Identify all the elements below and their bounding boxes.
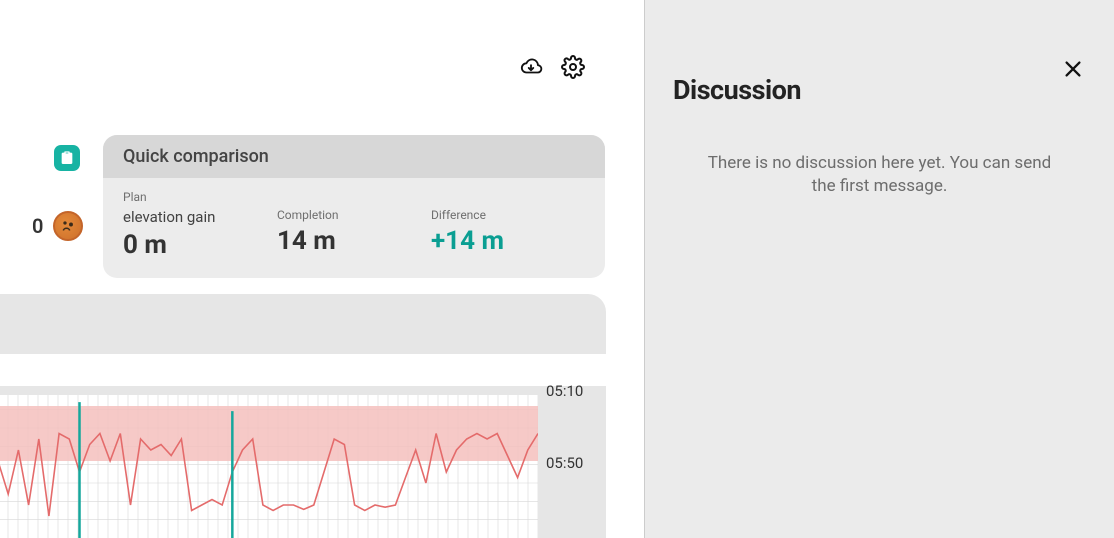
chart-canvas	[0, 395, 538, 538]
quick-comparison-card: Quick comparison Plan elevation gain 0 m…	[103, 135, 605, 278]
badge-count: 0	[32, 214, 43, 238]
plan-label: Plan	[123, 190, 277, 204]
clipboard-icon[interactable]	[54, 145, 80, 171]
discussion-title: Discussion	[673, 74, 801, 106]
close-icon[interactable]	[1062, 58, 1084, 84]
card-title: Quick comparison	[103, 135, 605, 178]
discussion-panel: Discussion There is no discussion here y…	[644, 0, 1114, 538]
coin-icon[interactable]	[53, 211, 83, 241]
discussion-empty-message: There is no discussion here yet. You can…	[695, 152, 1064, 198]
y-tick: 05:10	[546, 382, 583, 400]
difference-value: +14 m	[431, 226, 585, 256]
cloud-download-icon[interactable]	[518, 54, 544, 80]
completion-label: Completion	[277, 208, 431, 222]
difference-label: Difference	[431, 208, 585, 222]
gear-icon[interactable]	[560, 54, 586, 80]
top-actions	[518, 54, 586, 80]
left-pane: 0 Quick comparison Plan elevation gain 0…	[0, 0, 644, 538]
y-tick: 05:50	[546, 454, 583, 472]
pace-chart[interactable]: 05:10 05:50	[0, 294, 606, 538]
completion-value: 14 m	[277, 226, 431, 256]
metric-name: elevation gain	[123, 208, 277, 226]
plan-value: 0 m	[123, 230, 277, 260]
